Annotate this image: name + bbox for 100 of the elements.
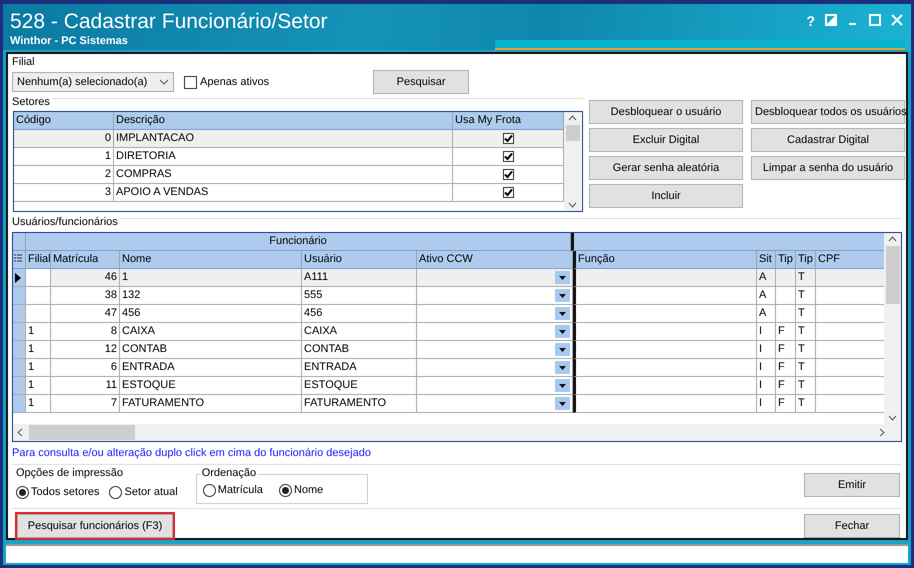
table-cell[interactable]: 2 (14, 166, 114, 184)
table-cell[interactable]: 6 (51, 359, 120, 377)
scroll-up-icon[interactable] (888, 236, 897, 242)
table-cell[interactable]: ENTRADA (120, 359, 302, 377)
table-cell[interactable]: 132 (120, 287, 302, 305)
table-cell[interactable]: 11 (51, 377, 120, 395)
table-cell[interactable]: 12 (51, 341, 120, 359)
dropdown-button[interactable] (555, 271, 570, 284)
table-cell[interactable] (776, 287, 796, 305)
table-cell[interactable]: 1 (26, 377, 51, 395)
radio-button[interactable]: Todos setores (16, 486, 100, 498)
table-cell[interactable]: 456 (302, 305, 417, 323)
table-cell[interactable]: T (796, 269, 816, 287)
table-cell[interactable]: F (776, 395, 796, 413)
action-button[interactable]: Limpar a senha do usuário (751, 156, 905, 180)
table-cell[interactable]: F (776, 377, 796, 395)
table-cell[interactable]: 47 (51, 305, 120, 323)
table-cell[interactable] (26, 287, 51, 305)
table-cell[interactable] (573, 305, 757, 323)
table-cell[interactable]: F (776, 359, 796, 377)
table-cell[interactable] (417, 323, 573, 341)
table-cell[interactable] (453, 148, 564, 166)
dropdown-button[interactable] (555, 397, 570, 410)
table-cell[interactable] (573, 341, 757, 359)
table-cell[interactable]: APOIO A VENDAS (114, 184, 453, 202)
radio-button[interactable]: Nome (278, 484, 324, 496)
radio-button[interactable]: Matrícula (202, 484, 263, 496)
scroll-right-icon[interactable] (879, 428, 885, 437)
dropdown-button[interactable] (555, 307, 570, 320)
table-cell[interactable]: ENTRADA (302, 359, 417, 377)
table-cell[interactable]: I (757, 395, 776, 413)
dropdown-button[interactable] (555, 343, 570, 356)
maximize-icon[interactable] (869, 14, 881, 26)
table-cell[interactable]: 3 (14, 184, 114, 202)
table-cell[interactable]: 1 (26, 341, 51, 359)
table-cell[interactable]: 8 (51, 323, 120, 341)
table-cell[interactable] (26, 305, 51, 323)
dropdown-button[interactable] (555, 289, 570, 302)
table-cell[interactable]: ESTOQUE (302, 377, 417, 395)
table-cell[interactable] (453, 166, 564, 184)
table-cell[interactable] (417, 269, 573, 287)
fechar-button[interactable]: Fechar (804, 514, 900, 538)
table-cell[interactable] (573, 323, 757, 341)
table-cell[interactable]: F (776, 323, 796, 341)
table-cell[interactable]: 38 (51, 287, 120, 305)
table-cell[interactable] (453, 130, 564, 148)
checkbox[interactable] (502, 187, 514, 198)
table-cell[interactable] (417, 359, 573, 377)
table-cell[interactable]: 1 (26, 359, 51, 377)
checkbox[interactable] (502, 169, 514, 180)
table-cell[interactable]: I (757, 323, 776, 341)
table-cell[interactable]: T (796, 395, 816, 413)
table-cell[interactable]: T (796, 323, 816, 341)
table-cell[interactable]: CONTAB (302, 341, 417, 359)
dropdown-button[interactable] (555, 379, 570, 392)
table-cell[interactable]: COMPRAS (114, 166, 453, 184)
table-cell[interactable]: ESTOQUE (120, 377, 302, 395)
scroll-left-icon[interactable] (17, 428, 23, 437)
table-cell[interactable]: F (776, 341, 796, 359)
table-cell[interactable]: CAIXA (302, 323, 417, 341)
scrollbar[interactable] (564, 112, 581, 211)
horizontal-scrollbar[interactable] (13, 424, 901, 441)
table-cell[interactable] (573, 395, 757, 413)
action-button[interactable]: Cadastrar Digital (751, 128, 905, 152)
column-chooser-icon[interactable] (14, 254, 22, 264)
table-cell[interactable] (573, 377, 757, 395)
table-cell[interactable] (776, 305, 796, 323)
table-cell[interactable] (776, 269, 796, 287)
scroll-down-icon[interactable] (568, 202, 577, 208)
table-cell[interactable] (453, 184, 564, 202)
action-button[interactable]: Gerar senha aleatória (589, 156, 743, 180)
action-button[interactable]: Incluir (589, 184, 743, 208)
checkbox[interactable] (502, 151, 514, 162)
table-cell[interactable] (417, 377, 573, 395)
table-cell[interactable]: I (757, 377, 776, 395)
table-cell[interactable]: T (796, 305, 816, 323)
action-button[interactable]: Desbloquear o usuário (589, 100, 743, 124)
table-cell[interactable] (573, 359, 757, 377)
table-cell[interactable]: 1 (26, 323, 51, 341)
table-cell[interactable]: DIRETORIA (114, 148, 453, 166)
emitir-button[interactable]: Emitir (804, 472, 900, 496)
table-cell[interactable] (417, 395, 573, 413)
apenas-ativos-checkbox[interactable]: Apenas ativos (184, 76, 270, 88)
scroll-up-icon[interactable] (568, 115, 577, 121)
table-cell[interactable]: I (757, 341, 776, 359)
table-cell[interactable]: A (757, 269, 776, 287)
scroll-thumb[interactable] (566, 125, 580, 141)
table-cell[interactable] (417, 341, 573, 359)
table-cell[interactable]: CONTAB (120, 341, 302, 359)
scroll-thumb[interactable] (886, 246, 900, 304)
table-cell[interactable]: A (757, 287, 776, 305)
filial-dropdown[interactable]: Nenhum(a) selecionado(a) (12, 72, 174, 92)
table-cell[interactable]: 1 (14, 148, 114, 166)
scroll-down-icon[interactable] (888, 415, 897, 421)
scroll-thumb[interactable] (29, 425, 135, 440)
table-cell[interactable]: 46 (51, 269, 120, 287)
table-cell[interactable] (417, 287, 573, 305)
table-cell[interactable]: A111 (302, 269, 417, 287)
dropdown-button[interactable] (555, 361, 570, 374)
table-cell[interactable] (816, 269, 884, 287)
